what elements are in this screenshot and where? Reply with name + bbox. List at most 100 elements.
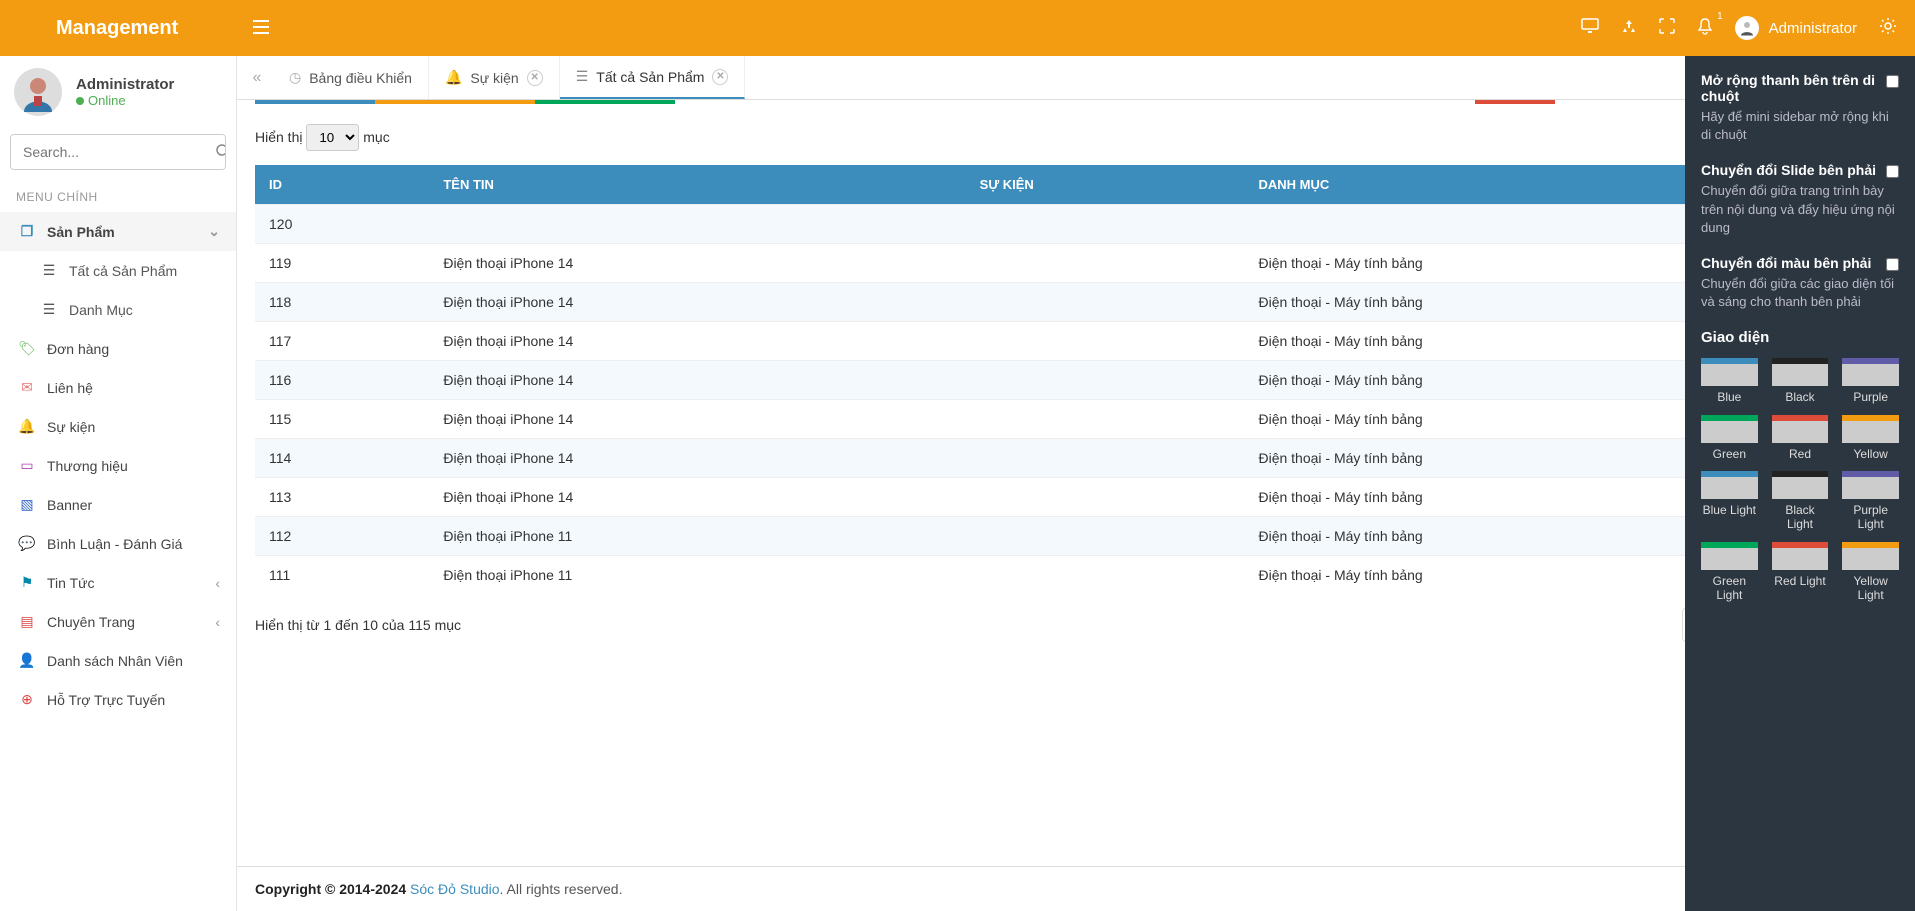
close-icon[interactable]: ✕: [527, 70, 543, 86]
flag-icon: ⚑: [19, 574, 35, 591]
list-icon: ☰: [576, 68, 589, 85]
tab-events[interactable]: 🔔 Sự kiện ✕: [429, 56, 560, 99]
length-select[interactable]: 10: [306, 124, 359, 151]
list-icon: ☰: [41, 262, 57, 279]
table-row[interactable]: 120: [255, 205, 1897, 244]
tab-all-products[interactable]: ☰ Tất cả Sản Phẩm ✕: [560, 56, 746, 99]
skin-option[interactable]: Purple Light: [1842, 471, 1899, 532]
user-icon: 👤: [19, 652, 35, 669]
sidebar-item-category[interactable]: ☰Danh Mục: [0, 290, 236, 329]
menu-header: MENU CHÍNH: [0, 176, 236, 212]
table-row[interactable]: 118Điện thoại iPhone 14Điện thoại - Máy …: [255, 283, 1897, 322]
opt2-checkbox[interactable]: [1886, 165, 1899, 178]
footer: Copyright © 2014-2024 Sóc Đỏ Studio. All…: [237, 866, 1915, 911]
opt2-title: Chuyển đổi Slide bên phải: [1701, 162, 1876, 178]
skin-option[interactable]: Red: [1772, 415, 1829, 461]
sidebar-item-pages[interactable]: ▤Chuyên Trang‹: [0, 602, 236, 641]
user-status: Online: [76, 93, 174, 108]
recycle-icon[interactable]: [1621, 18, 1637, 39]
table-row[interactable]: 114Điện thoại iPhone 14Điện thoại - Máy …: [255, 439, 1897, 478]
topbar: Management 1 Administrator: [0, 0, 1915, 56]
box-icon: ❐: [19, 223, 35, 240]
card-icon: ▭: [19, 457, 35, 474]
status-bars: [255, 100, 1897, 104]
sidebar-item-banner[interactable]: ▧Banner: [0, 485, 236, 524]
sidebar-toggle[interactable]: [237, 18, 285, 39]
sidebar-search: [10, 134, 226, 170]
tab-dashboard[interactable]: ◷ Bảng điều Khiển: [273, 56, 429, 99]
user-panel: Administrator Online: [0, 56, 236, 128]
image-icon: ▧: [19, 496, 35, 513]
copyright: Copyright © 2014-2024: [255, 881, 410, 897]
table-row[interactable]: 119Điện thoại iPhone 14Điện thoại - Máy …: [255, 244, 1897, 283]
skin-option[interactable]: Black Light: [1772, 471, 1829, 532]
content: « ◷ Bảng điều Khiển 🔔 Sự kiện ✕ ☰ Tất cả…: [237, 56, 1915, 911]
opt3-title: Chuyển đổi màu bên phải: [1701, 255, 1871, 271]
skin-option[interactable]: Blue: [1701, 358, 1758, 404]
support-icon: ⊕: [19, 691, 35, 708]
sidebar-item-all-products[interactable]: ☰Tất cả Sản Phẩm: [0, 251, 236, 290]
topbar-right: 1 Administrator: [1581, 16, 1915, 40]
skin-option[interactable]: Black: [1772, 358, 1829, 404]
news-icon: ▤: [19, 613, 35, 630]
sidebar-menu: ❐ Sản Phẩm ⌄: [0, 212, 236, 251]
col-header[interactable]: ID: [255, 165, 429, 205]
sidebar-item-orders[interactable]: 🏷Đơn hàng: [0, 329, 236, 368]
table-info: Hiển thị từ 1 đến 10 của 115 mục: [255, 617, 461, 633]
monitor-icon[interactable]: [1581, 18, 1599, 39]
table-row[interactable]: 113Điện thoại iPhone 14Điện thoại - Máy …: [255, 478, 1897, 517]
skin-option[interactable]: Yellow: [1842, 415, 1899, 461]
search-button[interactable]: [216, 135, 226, 169]
table-row[interactable]: 117Điện thoại iPhone 14Điện thoại - Máy …: [255, 322, 1897, 361]
tabs-collapse[interactable]: «: [241, 56, 273, 99]
skin-option[interactable]: Red Light: [1772, 542, 1829, 603]
list-icon: ☰: [41, 301, 57, 318]
sidebar-item-brand[interactable]: ▭Thương hiệu: [0, 446, 236, 485]
sidebar-item-comments[interactable]: 💬Bình Luận - Đánh Giá: [0, 524, 236, 563]
bell-icon: 🔔: [19, 418, 35, 435]
bell-icon[interactable]: 1: [1697, 17, 1713, 40]
studio-link[interactable]: Sóc Đỏ Studio: [410, 881, 500, 897]
tabbar: « ◷ Bảng điều Khiển 🔔 Sự kiện ✕ ☰ Tất cả…: [237, 56, 1915, 100]
skins-header: Giao diện: [1701, 329, 1899, 346]
skin-option[interactable]: Purple: [1842, 358, 1899, 404]
search-input[interactable]: [11, 135, 216, 169]
opt1-desc: Hãy để mini sidebar mở rộng khi di chuột: [1701, 108, 1899, 144]
col-header[interactable]: SỰ KIỆN: [966, 165, 1245, 205]
sidebar-item-support[interactable]: ⊕Hỗ Trợ Trực Tuyến: [0, 680, 236, 719]
table-row[interactable]: 115Điện thoại iPhone 14Điện thoại - Máy …: [255, 400, 1897, 439]
skin-option[interactable]: Blue Light: [1701, 471, 1758, 532]
brand-logo[interactable]: Management: [0, 17, 237, 40]
avatar-icon: [1735, 16, 1759, 40]
user-menu[interactable]: Administrator: [1735, 16, 1857, 40]
table-row[interactable]: 116Điện thoại iPhone 14Điện thoại - Máy …: [255, 361, 1897, 400]
chat-icon: 💬: [19, 535, 35, 552]
tag-icon: 🏷: [19, 340, 35, 357]
sidebar-item-contact[interactable]: ✉Liên hệ: [0, 368, 236, 407]
settings-panel: Mở rộng thanh bên trên di chuột Hãy để m…: [1685, 56, 1915, 911]
notif-count: 1: [1717, 11, 1723, 22]
table-row[interactable]: 111Điện thoại iPhone 11Điện thoại - Máy …: [255, 556, 1897, 595]
length-control: Hiển thị 10 mục: [255, 124, 390, 151]
opt2-desc: Chuyển đổi giữa trang trình bày trên nội…: [1701, 182, 1899, 237]
skin-option[interactable]: Green Light: [1701, 542, 1758, 603]
sidebar-item-products[interactable]: ❐ Sản Phẩm ⌄: [0, 212, 236, 251]
sidebar: Administrator Online MENU CHÍNH ❐ Sản Ph…: [0, 56, 237, 911]
sidebar-item-events[interactable]: 🔔Sự kiện: [0, 407, 236, 446]
close-icon[interactable]: ✕: [712, 69, 728, 85]
opt3-desc: Chuyển đổi giữa các giao diện tối và sán…: [1701, 275, 1899, 311]
sidebar-item-staff[interactable]: 👤Danh sách Nhân Viên: [0, 641, 236, 680]
sidebar-username: Administrator: [76, 76, 174, 93]
gauge-icon: ◷: [289, 69, 301, 86]
opt3-checkbox[interactable]: [1886, 258, 1899, 271]
skin-option[interactable]: Yellow Light: [1842, 542, 1899, 603]
chevron-left-icon: ‹: [215, 575, 220, 591]
gear-icon[interactable]: [1879, 17, 1897, 40]
sidebar-item-news[interactable]: ⚑Tin Tức‹: [0, 563, 236, 602]
skin-option[interactable]: Green: [1701, 415, 1758, 461]
col-header[interactable]: TÊN TIN: [429, 165, 965, 205]
expand-icon[interactable]: [1659, 18, 1675, 39]
opt1-checkbox[interactable]: [1886, 75, 1899, 88]
table-row[interactable]: 112Điện thoại iPhone 11Điện thoại - Máy …: [255, 517, 1897, 556]
chevron-left-icon: ‹: [215, 614, 220, 630]
